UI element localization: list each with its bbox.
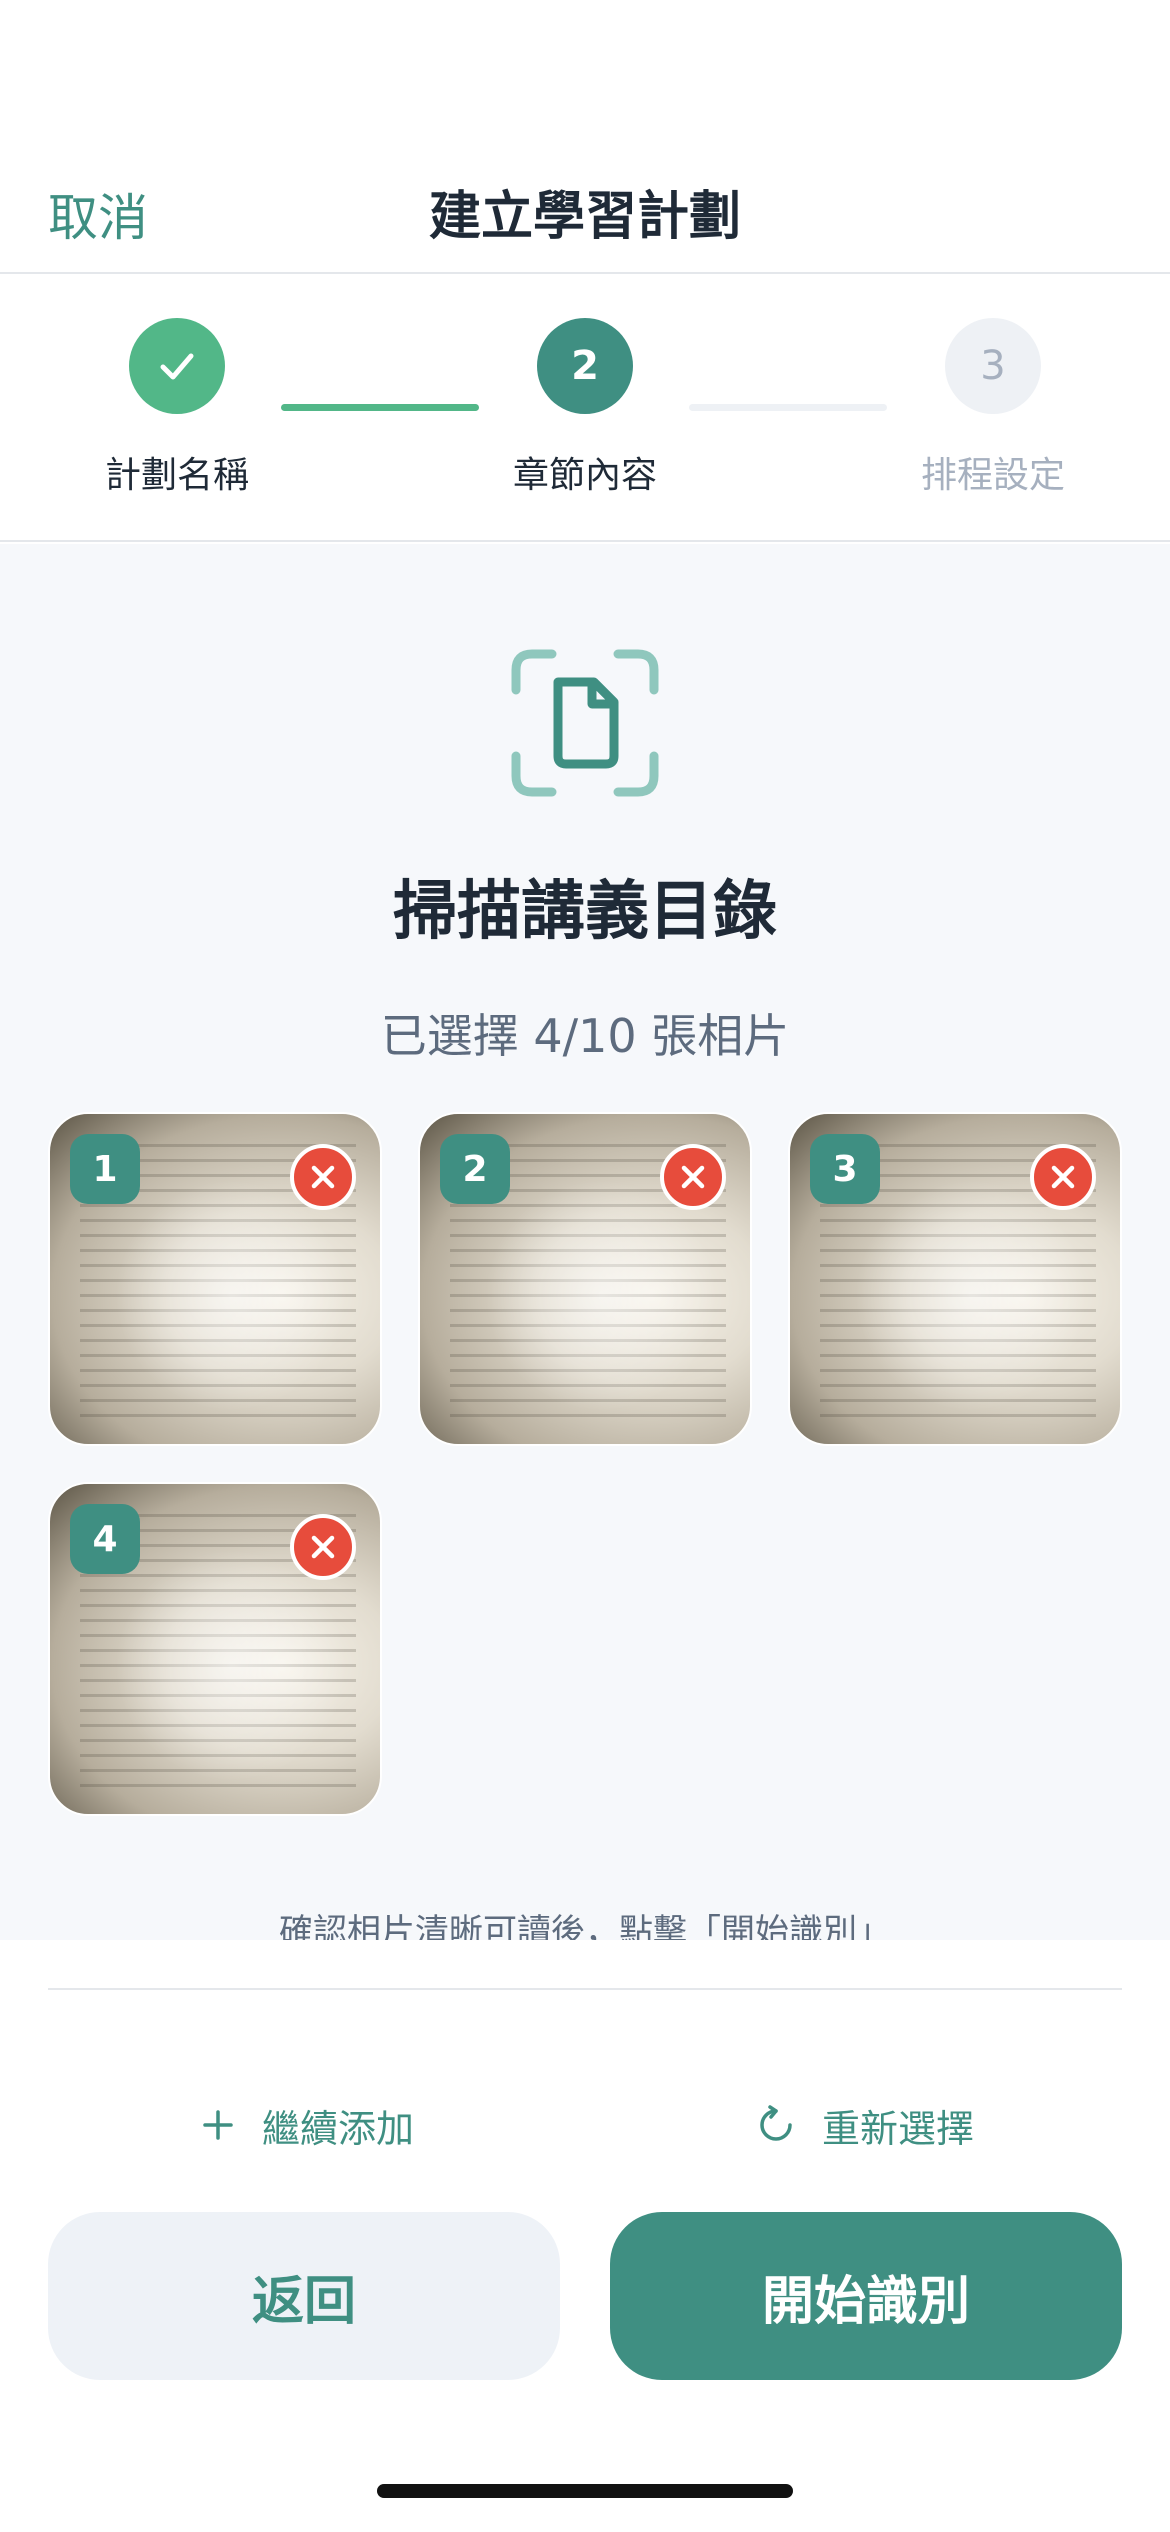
- photo-index-badge: 2: [440, 1134, 510, 1204]
- add-more-label: 繼續添加: [262, 2106, 415, 2151]
- add-more-button[interactable]: 繼續添加: [200, 2090, 414, 2160]
- divider: [48, 1988, 1122, 1990]
- remove-photo-button[interactable]: [290, 1144, 356, 1210]
- photo-thumbnail[interactable]: 3: [788, 1112, 1122, 1446]
- step-3-pending: 3: [945, 318, 1041, 414]
- step-2-active: 2: [537, 318, 633, 414]
- close-icon: [311, 1535, 335, 1559]
- selection-count: 已選擇 4/10 張相片: [380, 1009, 790, 1063]
- photo-index-badge: 3: [810, 1134, 880, 1204]
- step-1-label: 計劃名稱: [104, 455, 249, 496]
- photo-thumbnail[interactable]: 2: [418, 1112, 752, 1446]
- document-scan-icon: [511, 649, 659, 797]
- close-icon: [311, 1165, 335, 1189]
- start-recognition-button[interactable]: 開始識別: [610, 2212, 1122, 2380]
- nav-header: 取消 建立學習計劃: [0, 0, 1170, 274]
- close-icon: [681, 1165, 705, 1189]
- step-1-complete: [129, 318, 225, 414]
- remove-photo-button[interactable]: [290, 1514, 356, 1580]
- close-icon: [1051, 1165, 1075, 1189]
- reselect-label: 重新選擇: [822, 2106, 975, 2151]
- photo-thumbnail[interactable]: 4: [48, 1482, 382, 1816]
- refresh-icon: [756, 2105, 796, 2145]
- back-button[interactable]: 返回: [48, 2212, 560, 2380]
- remove-photo-button[interactable]: [1030, 1144, 1096, 1210]
- reselect-button[interactable]: 重新選擇: [756, 2090, 974, 2160]
- bottom-actions: 繼續添加 重新選擇 返回 開始識別: [0, 1940, 1170, 2532]
- photo-index-badge: 1: [70, 1134, 140, 1204]
- checkmark-icon: [160, 353, 194, 380]
- hint-text: 確認相片清晰可讀後，點擊「開始識別」: [279, 1912, 891, 1940]
- step-connector-1: [281, 404, 479, 411]
- remove-photo-button[interactable]: [660, 1144, 726, 1210]
- photo-thumbnail[interactable]: 1: [48, 1112, 382, 1446]
- photo-index-badge: 4: [70, 1504, 140, 1574]
- step-3-label: 排程設定: [920, 455, 1065, 496]
- plus-icon: [200, 2107, 236, 2143]
- progress-stepper: 2 3 計劃名稱 章節內容 排程設定: [0, 274, 1170, 542]
- section-title: 掃描講義目錄: [393, 875, 777, 949]
- scan-content: 掃描講義目錄 已選擇 4/10 張相片 1 2 3 4 確認相片清晰可讀後，點擊…: [0, 544, 1170, 1940]
- step-connector-2: [689, 404, 887, 411]
- page-title: 建立學習計劃: [428, 187, 741, 247]
- home-indicator: [377, 2484, 793, 2498]
- step-2-label: 章節內容: [512, 455, 657, 496]
